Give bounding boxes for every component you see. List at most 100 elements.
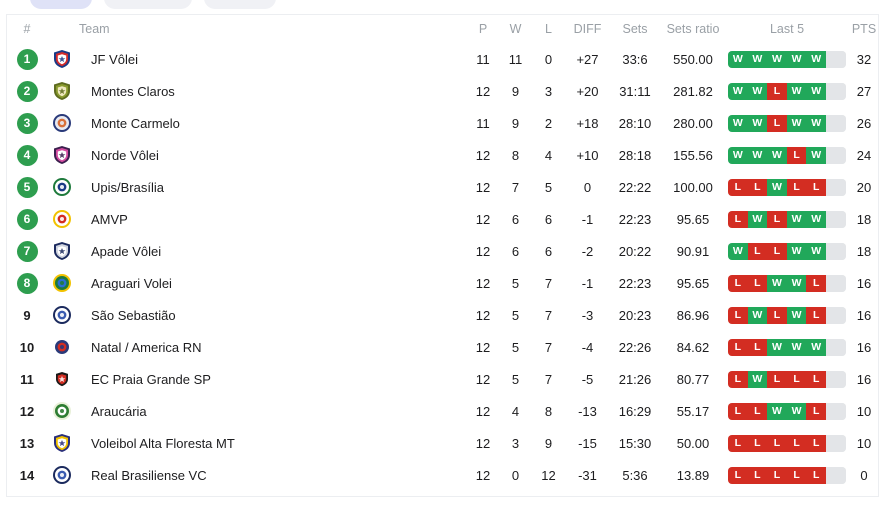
last5-bar: LLWLL [728, 178, 846, 196]
table-row[interactable]: 2 Montes Claros 12 9 3 +20 31:11 281.82 W W L W W 27 [7, 75, 878, 107]
last5-result-4: W [786, 82, 807, 100]
played-cell: 11 [476, 51, 490, 67]
standings-card: # Team P W L DIFF Sets Sets ratio Last 5… [6, 14, 879, 497]
column-header-sets: Sets [622, 22, 648, 36]
table-row[interactable]: 14 Real Brasiliense VC 12 0 12 -31 5:36 13.89 L L… [7, 459, 878, 491]
last5-result-4: W [786, 306, 807, 324]
sets-cell: 20:22 [618, 243, 652, 259]
points-cell: 16 [856, 339, 872, 355]
team-logo-cell [47, 75, 77, 107]
table-row[interactable]: 12 Araucária 12 4 8 -13 16:29 55.17 L L W W L 10 [7, 395, 878, 427]
table-row[interactable]: 10 Natal / America RN 12 5 7 -4 22:26 84.62 L L W W… [7, 331, 878, 363]
sets-cell: 20:23 [618, 307, 652, 323]
diff-cell: -4 [581, 339, 594, 355]
table-row[interactable]: 8 Araguari Volei 12 5 7 -1 22:23 95.65 L L W W L 16 [7, 267, 878, 299]
column-header-rank: # [23, 22, 31, 36]
team-name-cell[interactable]: Araguari Volei [77, 267, 467, 299]
filter-pill-2[interactable] [104, 0, 192, 9]
played-cell: 12 [475, 275, 491, 291]
played-cell: 12 [475, 339, 491, 355]
losses-cell: 7 [544, 371, 553, 387]
column-header-sets-ratio: Sets ratio [666, 22, 720, 36]
played-cell: 12 [475, 403, 491, 419]
filter-pill-1[interactable] [30, 0, 92, 9]
sets-ratio-cell: 281.82 [673, 83, 713, 99]
team-name-cell[interactable]: EC Praia Grande SP [77, 363, 467, 395]
rank-cell: 3 [7, 107, 47, 139]
wins-cell: 5 [511, 371, 520, 387]
jf-volei-crest [47, 43, 77, 75]
table-row[interactable]: 1 JF Vôlei 11 11 0 +27 33:6 550.00 W W W W W 32 [7, 43, 878, 75]
last5-result-3: W [767, 338, 787, 356]
last5-result-4: W [786, 114, 807, 132]
sets-ratio-cell: 80.77 [676, 371, 710, 387]
wins-cell: 5 [511, 275, 520, 291]
last5-empty-slot [825, 146, 846, 164]
column-header-diff: DIFF [573, 22, 602, 36]
rank-badge: 4 [16, 144, 38, 166]
last5-empty-slot [825, 210, 846, 228]
wins-cell: 9 [511, 115, 520, 131]
last5-result-2: W [747, 210, 768, 228]
table-row[interactable]: 9 São Sebastião 12 5 7 -3 20:23 86.96 L W L W L 16 [7, 299, 878, 331]
wins-cell: 5 [511, 307, 520, 323]
team-name-cell[interactable]: Norde Vôlei [77, 139, 467, 171]
table-row[interactable]: 5 Upis/Brasília 12 7 5 0 22:22 100.00 L L W L L 20 [7, 171, 878, 203]
last5-result-4: W [786, 274, 807, 292]
last5-result-3: W [767, 178, 787, 196]
table-body: 1 JF Vôlei 11 11 0 +27 33:6 550.00 W W W W W 32 2 Monte… [7, 43, 878, 491]
points-cell: 18 [856, 211, 872, 227]
table-row[interactable]: 6 AMVP 12 6 6 -1 22:23 95.65 L W L W W 18 [7, 203, 878, 235]
sets-cell: 5:36 [622, 467, 648, 483]
last5-empty-slot [825, 338, 846, 356]
diff-cell: -5 [581, 371, 594, 387]
team-name-cell[interactable]: Upis/Brasília [77, 171, 467, 203]
araguari-volei-crest [47, 267, 77, 299]
losses-cell: 6 [544, 211, 553, 227]
monte-carmelo-crest [47, 107, 77, 139]
team-name-cell[interactable]: AMVP [77, 203, 467, 235]
last5-result-3: L [767, 242, 787, 260]
table-row[interactable]: 3 Monte Carmelo 11 9 2 +18 28:10 280.00 W W L W W 26 [7, 107, 878, 139]
table-row[interactable]: 13 Voleibol Alta Floresta MT 12 3 9 -15 15:30 5… [7, 427, 878, 459]
last5-result-3: L [767, 370, 787, 388]
rank-cell: 12 [7, 395, 47, 427]
rank-cell: 1 [7, 43, 47, 75]
column-header-logo [47, 15, 77, 43]
diff-cell: -3 [581, 307, 594, 323]
losses-cell: 7 [544, 339, 553, 355]
team-name-cell[interactable]: Araucária [77, 395, 467, 427]
team-name-cell[interactable]: Monte Carmelo [77, 107, 467, 139]
last5-result-2: L [747, 434, 768, 452]
last5-result-1: L [728, 434, 748, 452]
voleibol-alta-floresta-crest [47, 427, 77, 459]
filter-pill-3[interactable] [204, 0, 276, 9]
last5-result-4: W [786, 50, 807, 68]
table-row[interactable]: 11 EC Praia Grande SP 12 5 7 -5 21:26 80.77 L W L L… [7, 363, 878, 395]
last5-result-5: W [806, 338, 826, 356]
last5-empty-slot [825, 306, 846, 324]
last5-result-5: W [806, 50, 826, 68]
team-name-cell[interactable]: JF Vôlei [77, 43, 467, 75]
last5-result-3: L [767, 114, 787, 132]
team-name-cell[interactable]: Apade Vôlei [77, 235, 467, 267]
table-row[interactable]: 7 Apade Vôlei 12 6 6 -2 20:22 90.91 W L L W W 18 [7, 235, 878, 267]
diff-cell: -2 [581, 243, 594, 259]
table-row[interactable]: 4 Norde Vôlei 12 8 4 +10 28:18 155.56 W W W L W 24 [7, 139, 878, 171]
team-logo-cell [47, 363, 77, 395]
rank-cell: 14 [7, 459, 47, 491]
rank-badge: 1 [16, 48, 38, 70]
team-name-cell[interactable]: São Sebastião [77, 299, 467, 331]
wins-cell: 6 [511, 243, 520, 259]
team-name-cell[interactable]: Voleibol Alta Floresta MT [77, 427, 467, 459]
rank-cell: 5 [7, 171, 47, 203]
column-header-points: PTS [851, 22, 877, 36]
team-name-cell[interactable]: Natal / America RN [77, 331, 467, 363]
points-cell: 16 [856, 371, 872, 387]
last5-empty-slot [825, 178, 846, 196]
diff-cell: -15 [578, 435, 597, 451]
team-name-cell[interactable]: Montes Claros [77, 75, 467, 107]
team-name-cell[interactable]: Real Brasiliense VC [77, 459, 467, 491]
sets-ratio-cell: 100.00 [673, 179, 713, 195]
last5-empty-slot [825, 242, 846, 260]
